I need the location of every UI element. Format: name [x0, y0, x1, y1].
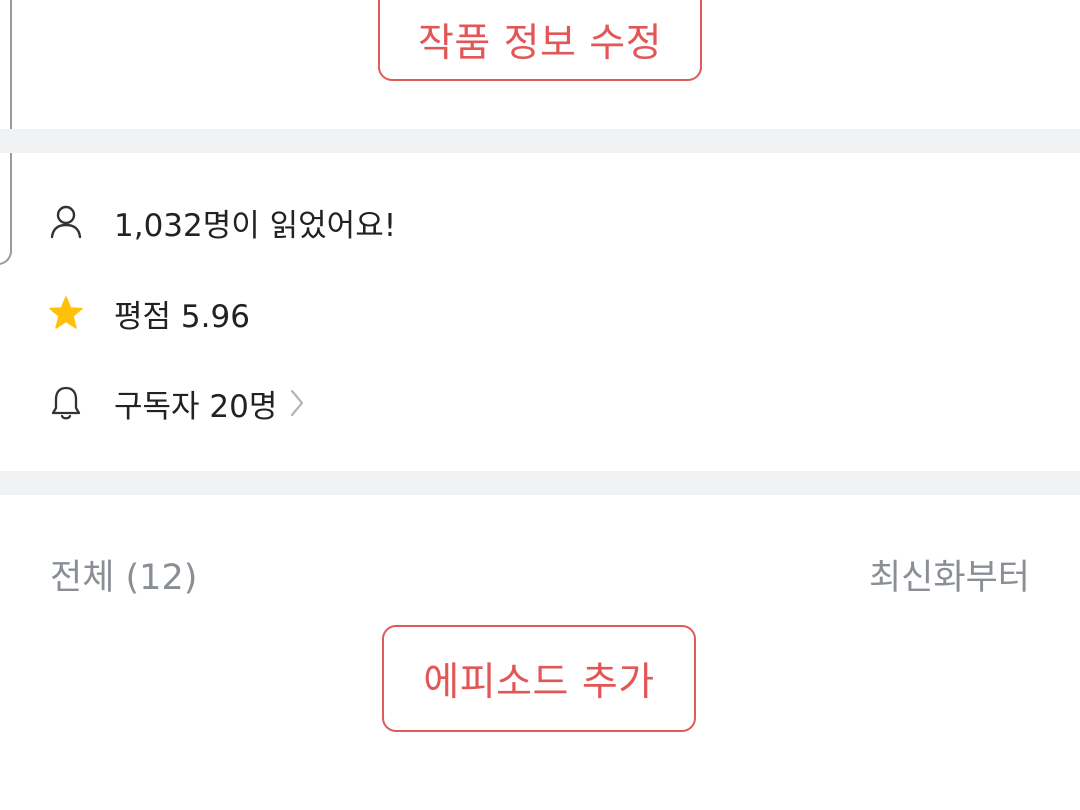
readers-stat: 1,032명이 읽었어요!	[48, 192, 396, 252]
section-divider	[0, 471, 1080, 495]
star-icon	[48, 295, 84, 331]
person-icon	[48, 204, 84, 240]
sort-order-button[interactable]: 최신화부터	[869, 549, 1030, 600]
chevron-right-icon[interactable]	[289, 385, 309, 421]
rating-stat: 평점 5.96	[48, 283, 250, 343]
episode-count-label: 전체 (12)	[50, 558, 198, 598]
subscribers-text[interactable]: 구독자 20명	[114, 381, 277, 426]
subscribers-stat[interactable]: 구독자 20명	[48, 373, 309, 433]
section-divider	[0, 129, 1080, 153]
readers-count-text: 1,032명이 읽었어요!	[114, 207, 397, 244]
bell-icon	[48, 385, 84, 421]
add-episode-button[interactable]: 에피소드 추가	[382, 625, 696, 732]
rating-text: 평점 5.96	[114, 298, 250, 335]
edit-work-info-button[interactable]: 작품 정보 수정	[378, 0, 702, 81]
